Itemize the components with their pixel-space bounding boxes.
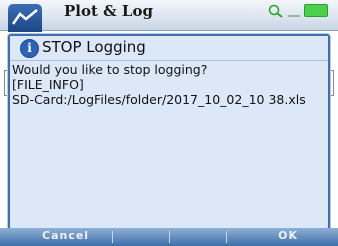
battery-icon: [304, 4, 328, 17]
app-title: Plot & Log: [64, 2, 153, 20]
file-path: SD-Card:/LogFiles/folder/2017_10_02_10 3…: [12, 92, 306, 107]
app-icon: [8, 4, 42, 32]
info-icon: i: [20, 39, 39, 58]
status-icons: [268, 4, 332, 18]
signal-icon: [288, 5, 300, 17]
dialog-divider: [10, 60, 328, 61]
screen: Plot & Log 5 i STOP Logging Would you li…: [0, 0, 338, 246]
cancel-button[interactable]: Cancel: [42, 229, 89, 242]
file-info-label: [FILE_INFO]: [12, 77, 84, 92]
ok-button[interactable]: OK: [278, 229, 298, 242]
softkey-bar: Cancel OK: [0, 228, 338, 246]
dialog-title: STOP Logging: [42, 38, 146, 56]
softkey-separator: [169, 231, 170, 243]
dialog-message: Would you like to stop logging?: [12, 62, 208, 77]
softkey-separator: [226, 231, 227, 243]
stop-logging-dialog: i STOP Logging Would you like to stop lo…: [8, 34, 330, 230]
softkey-separator: [112, 231, 113, 243]
app-header: Plot & Log: [0, 0, 338, 32]
dialog-titlebar: i STOP Logging: [10, 36, 328, 60]
search-icon: [268, 4, 283, 18]
dialog-body: Would you like to stop logging? [FILE_IN…: [12, 62, 324, 107]
